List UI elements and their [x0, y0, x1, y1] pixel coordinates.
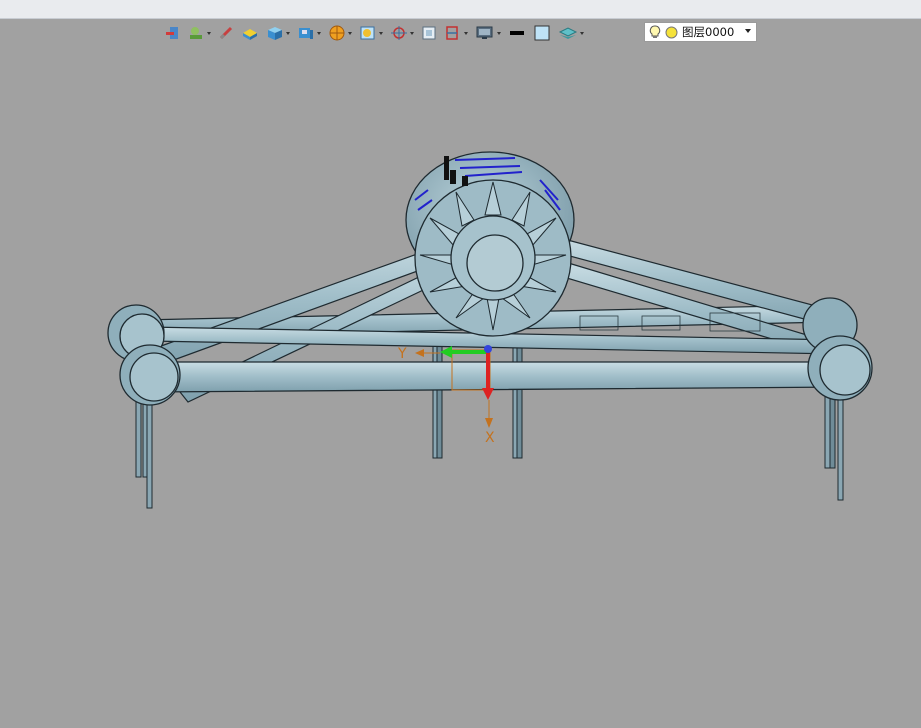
frame-button[interactable] [419, 23, 439, 43]
line-color-icon [510, 31, 524, 35]
monitor-icon [476, 26, 493, 39]
select-filter-button[interactable] [357, 23, 385, 43]
x-axis-label: X [485, 430, 495, 446]
clip-icon [446, 26, 458, 40]
layer-stack-button[interactable] [556, 23, 586, 43]
target-button[interactable] [388, 23, 416, 43]
layer-name: 图层0000 [682, 25, 735, 39]
chevron-down-icon [317, 31, 321, 35]
chevron-down-icon [379, 31, 383, 35]
snap-button[interactable] [162, 23, 182, 43]
pen-button[interactable] [216, 23, 236, 43]
face-button[interactable] [239, 23, 261, 43]
chevron-down-icon [286, 31, 290, 35]
monitor-button[interactable] [473, 23, 503, 43]
bulb-icon[interactable] [649, 25, 661, 39]
chevron-down-icon [348, 31, 352, 35]
layer-stack-icon [558, 27, 578, 39]
fill-color-button[interactable] [531, 23, 553, 43]
yellow-dot-icon[interactable] [665, 26, 678, 39]
frame-icon [422, 26, 436, 40]
fill-color-icon [534, 25, 550, 41]
chevron-down-icon [207, 31, 211, 35]
clip-button[interactable] [442, 23, 470, 43]
snap-icon [166, 27, 178, 39]
face-icon [243, 29, 257, 40]
solid-icon [268, 27, 282, 40]
solid-button[interactable] [264, 23, 292, 43]
feature-button[interactable] [185, 23, 213, 43]
chevron-down-icon [410, 31, 414, 35]
feature-icon [190, 27, 202, 39]
chevron-down-icon[interactable] [745, 29, 751, 33]
layer-dropdown[interactable]: 图层0000 [644, 22, 757, 42]
cad-model[interactable] [0, 0, 921, 728]
pen-icon [219, 26, 233, 40]
motor-drum [405, 151, 575, 337]
view-toolbar [162, 22, 589, 44]
view-cube-icon [299, 28, 313, 39]
y-axis-label: Y [398, 346, 407, 362]
line-color-button[interactable] [506, 23, 528, 43]
chevron-down-icon [464, 31, 468, 35]
chevron-down-icon [580, 31, 584, 35]
view-cube-button[interactable] [295, 23, 323, 43]
render-button[interactable] [326, 23, 354, 43]
select-filter-icon [360, 26, 375, 40]
chevron-down-icon [497, 31, 501, 35]
target-icon [391, 26, 407, 40]
render-icon [329, 25, 345, 41]
front-rail [149, 361, 846, 393]
